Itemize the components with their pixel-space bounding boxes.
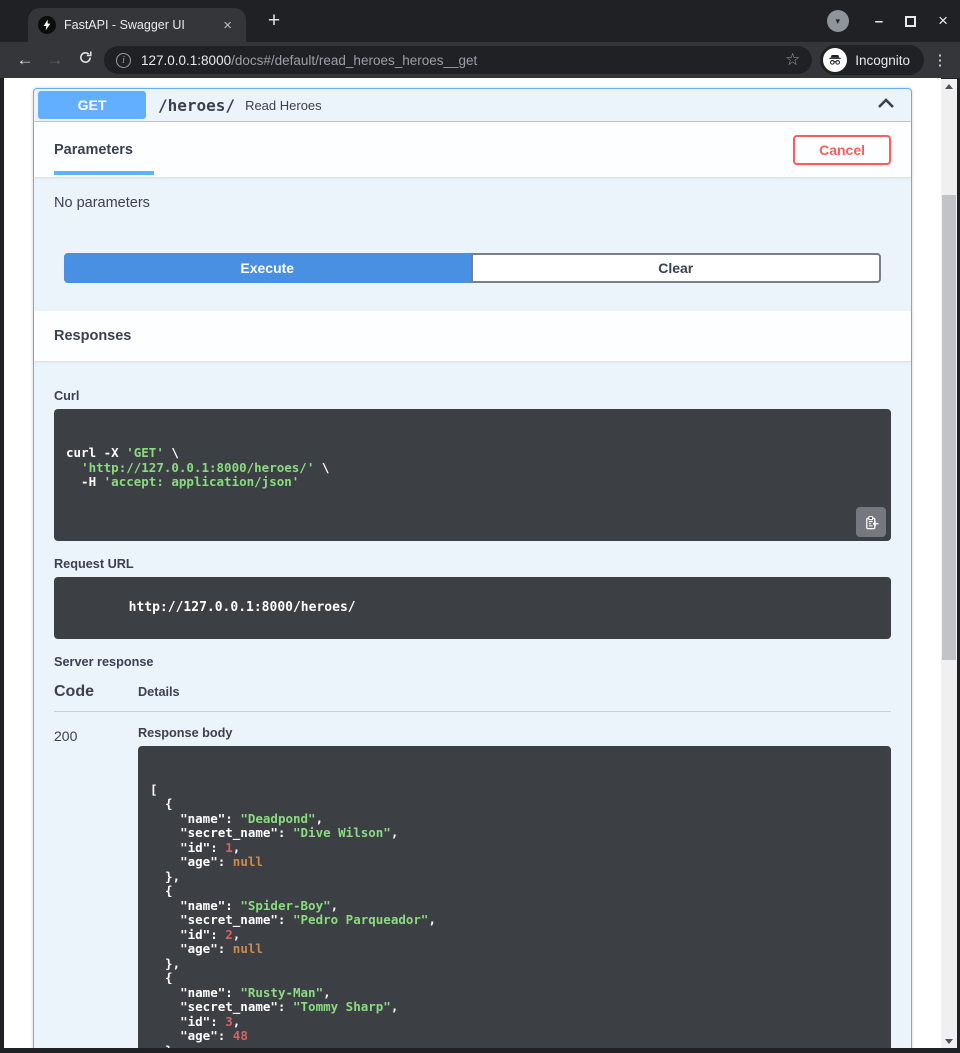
copy-curl-button[interactable] (856, 507, 886, 537)
operation-summary[interactable]: GET /heroes/ Read Heroes (34, 89, 911, 122)
collapse-chevron-icon[interactable] (869, 94, 903, 116)
details-column-header: Details (138, 685, 180, 699)
forward-icon[interactable]: → (40, 50, 70, 70)
parameters-title: Parameters (54, 142, 133, 158)
site-info-icon[interactable]: i (116, 53, 131, 68)
incognito-badge: Incognito (820, 45, 924, 75)
scrollbar-thumb[interactable] (942, 195, 956, 660)
tab-search-icon[interactable]: ▾ (827, 10, 849, 32)
reload-icon[interactable] (70, 50, 100, 70)
bookmark-star-icon[interactable]: ☆ (785, 50, 800, 70)
request-url-value: http://127.0.0.1:8000/heroes/ (129, 600, 356, 615)
responses-header: Responses (34, 311, 911, 361)
responses-body: Curl curl -X 'GET' \ 'http://127.0.0.1:8… (34, 361, 911, 1048)
swagger-page: GET /heroes/ Read Heroes Parameters Canc… (4, 78, 941, 1048)
browser-tab[interactable]: FastAPI - Swagger UI × (28, 8, 246, 42)
url-host: 127.0.0.1:8000 (141, 53, 231, 68)
request-url-block: http://127.0.0.1:8000/heroes/ (54, 577, 891, 639)
maximize-button[interactable] (905, 16, 916, 27)
cancel-button[interactable]: Cancel (793, 135, 891, 165)
code-column-header: Code (54, 683, 138, 701)
close-button[interactable]: × (938, 11, 948, 31)
operation-summary-text: Read Heroes (245, 98, 322, 113)
request-url-label: Request URL (54, 557, 891, 571)
status-code: 200 (54, 726, 138, 1049)
method-badge[interactable]: GET (38, 91, 146, 119)
response-body-code: [ { "name": "Deadpond", "secret_name": "… (150, 783, 879, 1049)
page-scrollbar[interactable] (941, 79, 957, 1048)
incognito-label: Incognito (855, 53, 910, 68)
address-bar[interactable]: i 127.0.0.1:8000/docs#/default/read_hero… (104, 46, 812, 74)
tab-close-icon[interactable]: × (219, 16, 236, 35)
response-body-label: Response body (138, 726, 891, 740)
parameters-tab-underline (54, 171, 154, 175)
operation-path: /heroes/ (158, 96, 235, 115)
no-parameters-text: No parameters (54, 195, 150, 211)
response-row: 200 Response body [ { "name": "Deadpond"… (54, 712, 891, 1049)
clear-button[interactable]: Clear (471, 253, 882, 283)
back-icon[interactable]: ← (10, 50, 40, 70)
opblock-get-heroes: GET /heroes/ Read Heroes Parameters Canc… (33, 88, 912, 1048)
execute-button[interactable]: Execute (64, 253, 471, 283)
curl-label: Curl (54, 389, 891, 403)
parameters-header: Parameters Cancel (34, 122, 911, 177)
scrollbar-down-icon[interactable] (941, 1034, 957, 1048)
tab-title: FastAPI - Swagger UI (64, 18, 219, 32)
scrollbar-up-icon[interactable] (941, 79, 957, 93)
server-response-label: Server response (54, 655, 891, 669)
incognito-icon (823, 48, 847, 72)
code-details-header: Code Details (54, 683, 891, 712)
minimize-button[interactable]: – (875, 13, 883, 30)
curl-block: curl -X 'GET' \ 'http://127.0.0.1:8000/h… (54, 409, 891, 541)
url-path: /docs#/default/read_heroes_heroes__get (231, 53, 477, 68)
url-text: 127.0.0.1:8000/docs#/default/read_heroes… (141, 53, 777, 68)
parameters-body: No parameters (34, 177, 911, 253)
execute-row: Execute Clear (34, 253, 911, 283)
browser-menu-icon[interactable]: ⋮ (930, 51, 950, 69)
browser-titlebar: FastAPI - Swagger UI × + ▾ – × (0, 0, 960, 42)
curl-code: curl -X 'GET' \ 'http://127.0.0.1:8000/h… (66, 446, 879, 490)
responses-title: Responses (54, 328, 131, 344)
new-tab-button[interactable]: + (262, 9, 286, 33)
browser-toolbar: ← → i 127.0.0.1:8000/docs#/default/read_… (0, 42, 960, 78)
fastapi-favicon-icon (38, 16, 56, 34)
response-body-block: [ { "name": "Deadpond", "secret_name": "… (138, 746, 891, 1049)
